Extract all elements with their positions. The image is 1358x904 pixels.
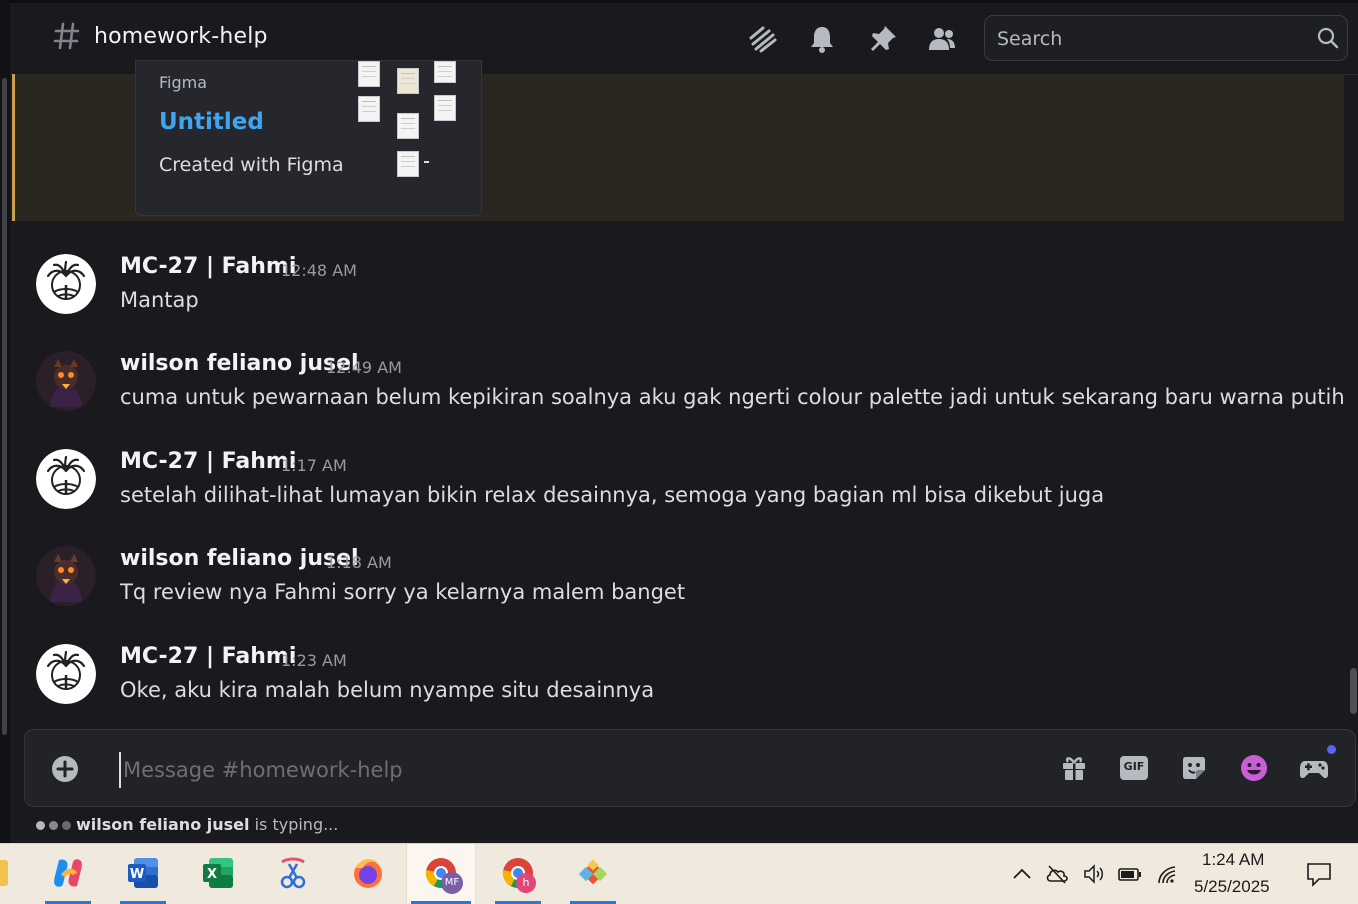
message-author[interactable]: MC-27 | Fahmi — [120, 254, 296, 279]
typing-dots-icon — [36, 815, 76, 834]
message-content: cuma untuk pewarnaan belum kepikiran soa… — [120, 385, 1345, 409]
message-item[interactable]: MC-27 | Fahmi 1:23 AM Oke, aku kira mala… — [36, 644, 1336, 714]
profile-badge-h: h — [516, 873, 536, 893]
channel-title: homework-help — [94, 24, 268, 49]
embed-description: Created with Figma — [159, 154, 344, 176]
members-icon[interactable] — [927, 24, 957, 54]
taskbar-chrome-profile-1[interactable]: MF — [406, 844, 476, 904]
taskbar-excel[interactable]: X — [188, 844, 248, 904]
speaker-icon[interactable] — [1082, 862, 1106, 886]
taskbar-chrome-profile-2[interactable]: h — [488, 844, 548, 904]
chat-scrollbar-thumb[interactable] — [1350, 668, 1357, 714]
svg-text:X: X — [207, 867, 217, 882]
notification-dot — [1327, 745, 1336, 754]
add-attachment-icon[interactable] — [51, 755, 79, 783]
search-input[interactable] — [995, 25, 1299, 53]
sidebar-scrollbar[interactable] — [2, 78, 7, 735]
message-timestamp: 1:17 AM — [281, 456, 347, 475]
message-item[interactable]: wilson feliano jusel 12:49 AM cuma untuk… — [36, 351, 1345, 421]
gift-icon[interactable] — [1059, 753, 1089, 783]
embed-thumbnail[interactable] — [356, 61, 466, 191]
figma-frame-thumb — [358, 61, 380, 87]
battery-icon[interactable] — [1118, 862, 1142, 886]
message-author[interactable]: MC-27 | Fahmi — [120, 449, 296, 474]
message-timestamp: 12:48 AM — [281, 261, 357, 280]
emoji-icon[interactable] — [1239, 753, 1269, 783]
taskbar-git[interactable] — [563, 844, 623, 904]
taskbar-copilot[interactable] — [38, 844, 98, 904]
embed-title-link[interactable]: Untitled — [159, 109, 264, 135]
notification-center-icon[interactable] — [1305, 860, 1333, 888]
git-icon — [578, 859, 608, 885]
taskbar-clock-time[interactable]: 1:24 AM — [1202, 850, 1264, 870]
sticker-icon[interactable] — [1179, 753, 1209, 783]
message-composer: GIF — [24, 729, 1356, 807]
message-item[interactable]: wilson feliano jusel 1:18 AM Tq review n… — [36, 546, 1336, 616]
message-content: setelah dilihat-lihat lumayan bikin rela… — [120, 483, 1105, 507]
word-icon: W — [128, 858, 158, 888]
message-timestamp: 1:23 AM — [281, 651, 347, 670]
message-content: Tq review nya Fahmi sorry ya kelarnya ma… — [120, 580, 686, 604]
file-explorer-icon[interactable] — [0, 860, 8, 886]
hash-icon — [53, 22, 80, 50]
message-author[interactable]: wilson feliano jusel — [120, 546, 359, 571]
firefox-icon — [354, 859, 382, 888]
activity-icon[interactable] — [1299, 753, 1329, 783]
taskbar-snipping-tool[interactable] — [263, 844, 323, 904]
typing-user: wilson feliano jusel — [76, 815, 250, 834]
onedrive-offline-icon[interactable] — [1045, 862, 1069, 886]
avatar[interactable] — [36, 449, 96, 509]
link-embed[interactable]: Figma Untitled Created with Figma — [135, 60, 482, 216]
message-input[interactable] — [119, 752, 1025, 788]
message-timestamp: 12:49 AM — [326, 358, 402, 377]
avatar[interactable] — [36, 351, 96, 411]
avatar[interactable] — [36, 644, 96, 704]
message-author[interactable]: MC-27 | Fahmi — [120, 644, 296, 669]
windows-taskbar: W X MF h — [0, 843, 1358, 904]
message-author[interactable]: wilson feliano jusel — [120, 351, 359, 376]
search-icon[interactable] — [1317, 27, 1339, 49]
embed-provider: Figma — [159, 73, 208, 92]
chevron-up-icon[interactable] — [1010, 862, 1034, 886]
figma-frame-thumb — [397, 113, 419, 139]
svg-text:W: W — [130, 867, 144, 882]
copilot-icon — [54, 859, 82, 887]
snipping-tool-icon — [280, 857, 306, 889]
pin-icon[interactable] — [868, 24, 898, 54]
avatar[interactable] — [36, 546, 96, 606]
profile-badge-mf: MF — [441, 872, 463, 894]
highlighted-message: Figma Untitled Created with Figma — [12, 60, 1344, 221]
figma-frame-thumb — [397, 151, 419, 177]
typing-suffix: is typing... — [249, 815, 339, 834]
gif-icon[interactable]: GIF — [1119, 753, 1149, 783]
gif-icon-label: GIF — [1123, 760, 1145, 773]
avatar[interactable] — [36, 254, 96, 314]
wifi-icon[interactable] — [1156, 862, 1180, 886]
message-item[interactable]: MC-27 | Fahmi 1:17 AM setelah dilihat-li… — [36, 449, 1336, 519]
bell-icon[interactable] — [807, 24, 837, 54]
message-content: Mantap — [120, 288, 199, 312]
excel-icon: X — [203, 858, 233, 888]
message-content: Oke, aku kira malah belum nyampe situ de… — [120, 678, 655, 702]
message-timestamp: 1:18 AM — [326, 553, 392, 572]
typing-indicator: wilson feliano jusel is typing... — [36, 815, 338, 834]
figma-frame-thumb — [434, 61, 456, 83]
taskbar-clock-date[interactable]: 5/25/2025 — [1194, 877, 1270, 897]
message-item[interactable]: MC-27 | Fahmi 12:48 AM Mantap — [36, 254, 1336, 324]
taskbar-word[interactable]: W — [113, 844, 173, 904]
figma-frame-thumb — [397, 68, 419, 94]
taskbar-firefox[interactable] — [338, 844, 398, 904]
figma-connector-line — [424, 161, 429, 163]
figma-frame-thumb — [358, 96, 380, 122]
search-box[interactable] — [984, 15, 1348, 61]
figma-frame-thumb — [434, 95, 456, 121]
threads-icon[interactable] — [747, 24, 777, 54]
